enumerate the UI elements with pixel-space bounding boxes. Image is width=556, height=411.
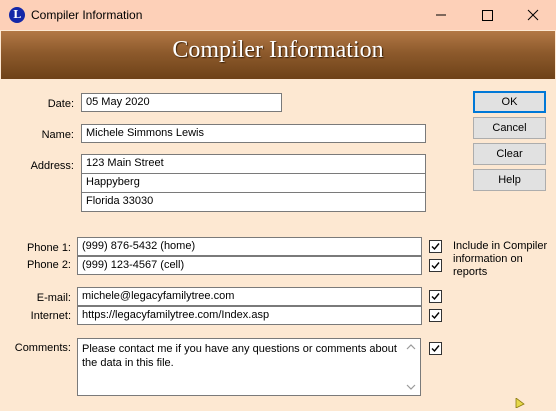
maximize-icon: [482, 10, 493, 21]
resize-grip-icon-shape: [515, 397, 525, 409]
chevron-down-icon: [406, 384, 416, 390]
name-label: Name:: [41, 129, 74, 141]
email-field[interactable]: michele@legacyfamilytree.com: [77, 287, 422, 306]
close-button[interactable]: [510, 0, 556, 30]
checkmark-icon: [431, 293, 440, 301]
address-line-2-field[interactable]: Happyberg: [81, 173, 426, 193]
email-label: E-mail:: [36, 292, 71, 304]
address-line-1-field[interactable]: 123 Main Street: [81, 154, 426, 174]
clear-button[interactable]: Clear: [473, 143, 546, 165]
internet-label: Internet:: [30, 310, 71, 322]
close-icon: [527, 9, 539, 21]
checkmark-icon: [431, 345, 440, 353]
email-include-checkbox[interactable]: [429, 290, 442, 303]
address-label: Address:: [30, 160, 74, 172]
scroll-up-arrow[interactable]: [405, 342, 417, 352]
phone2-include-checkbox[interactable]: [429, 259, 442, 272]
checkmark-icon: [431, 262, 440, 270]
phone2-label: Phone 2:: [26, 259, 71, 271]
maximize-button[interactable]: [464, 0, 510, 30]
phone1-include-checkbox[interactable]: [429, 240, 442, 253]
help-button[interactable]: Help: [473, 169, 546, 191]
resize-grip-icon[interactable]: [514, 397, 526, 409]
phone2-field[interactable]: (999) 123-4567 (cell): [77, 256, 422, 275]
checkmark-icon: [431, 243, 440, 251]
name-field[interactable]: Michele Simmons Lewis: [81, 124, 426, 143]
minimize-button[interactable]: [418, 0, 464, 30]
comments-textarea[interactable]: Please contact me if you have any questi…: [77, 338, 421, 396]
internet-include-checkbox[interactable]: [429, 309, 442, 322]
legacy-app-icon: L: [9, 7, 25, 23]
internet-field[interactable]: https://legacyfamilytree.com/Index.asp: [77, 306, 422, 325]
chevron-up-icon: [406, 344, 416, 350]
ok-button[interactable]: OK: [473, 91, 546, 113]
address-group: 123 Main Street Happyberg Florida 33030: [81, 154, 426, 213]
window-title: Compiler Information: [31, 8, 143, 22]
date-field[interactable]: 05 May 2020: [81, 93, 282, 112]
minimize-icon: [436, 14, 446, 16]
phone1-label: Phone 1:: [26, 242, 71, 254]
scroll-down-arrow[interactable]: [405, 382, 417, 392]
comments-include-checkbox[interactable]: [429, 342, 442, 355]
cancel-button[interactable]: Cancel: [473, 117, 546, 139]
date-label: Date:: [47, 98, 74, 110]
include-note-text: Include in Compiler information on repor…: [453, 240, 548, 278]
banner-title: Compiler Information: [172, 37, 384, 63]
checkmark-icon: [431, 312, 440, 320]
comments-label: Comments:: [14, 342, 71, 354]
address-line-3-field[interactable]: Florida 33030: [81, 192, 426, 212]
phone1-field[interactable]: (999) 876-5432 (home): [77, 237, 422, 256]
